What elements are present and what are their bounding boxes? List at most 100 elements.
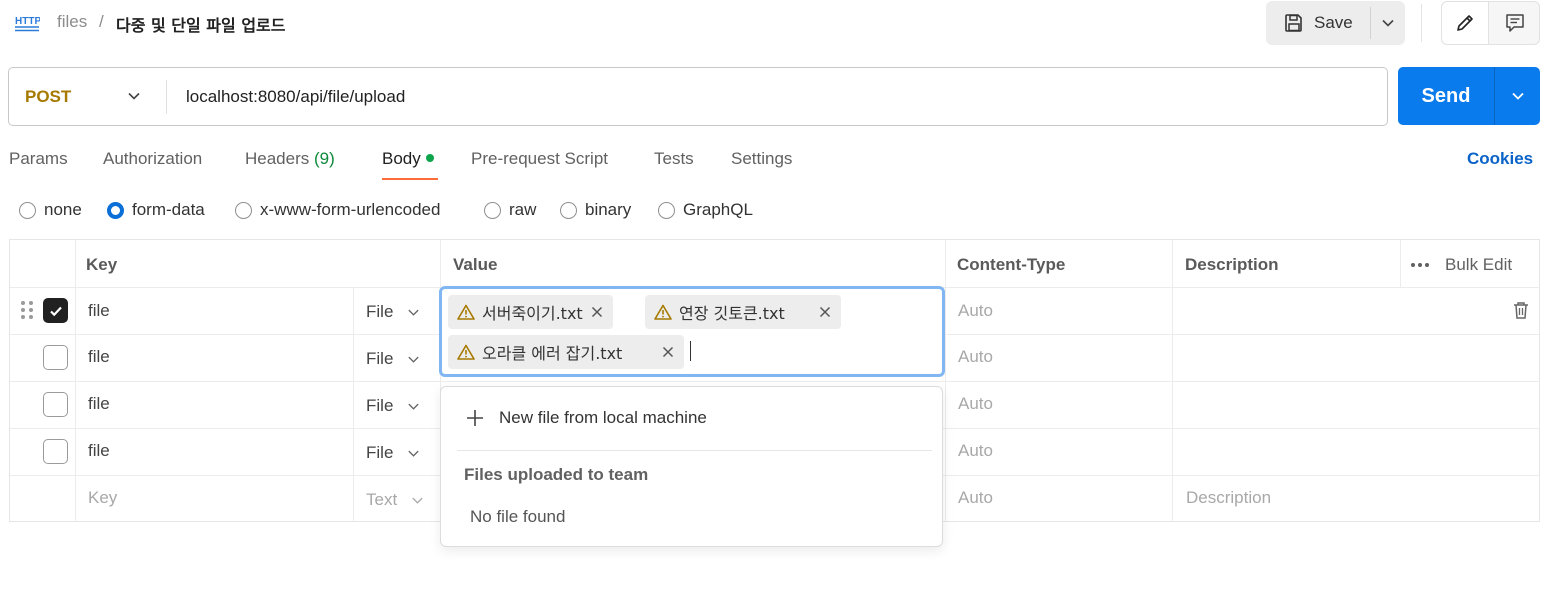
warning-icon [457, 304, 475, 320]
file-chip: 오라클 에러 잡기.txt [448, 335, 684, 369]
method-select[interactable]: POST [25, 87, 71, 107]
trash-icon[interactable] [1512, 300, 1530, 320]
row-type-select[interactable]: File [366, 302, 420, 322]
tab-headers-label: Headers [245, 149, 310, 168]
radio-graphql[interactable]: GraphQL [658, 200, 753, 220]
tab-body[interactable]: Body [382, 149, 434, 169]
column-divider [945, 240, 946, 521]
radio-x-www-form-urlencoded[interactable]: x-www-form-urlencoded [235, 200, 440, 220]
close-icon[interactable] [662, 346, 674, 358]
chevron-down-icon [408, 450, 420, 457]
save-label: Save [1314, 13, 1353, 32]
row-key[interactable]: file [88, 394, 110, 414]
row-key[interactable]: file [88, 441, 110, 461]
row-checkbox[interactable] [43, 392, 68, 417]
tab-authorization[interactable]: Authorization [103, 149, 202, 169]
tab-params[interactable]: Params [9, 149, 68, 169]
row-key[interactable]: file [88, 347, 110, 367]
http-icon: HTTP [15, 16, 40, 32]
file-chip: 서버죽이기.txt [448, 295, 613, 329]
chevron-down-icon [408, 356, 420, 363]
column-divider [353, 287, 354, 521]
check-icon [49, 306, 62, 316]
value-file-input[interactable]: 서버죽이기.txt 연장 깃토큰.txt 오라클 에러 잡기.txt [439, 286, 945, 377]
radio-label: x-www-form-urlencoded [260, 200, 441, 219]
radio-label: binary [585, 200, 632, 219]
row-checkbox[interactable] [43, 345, 68, 370]
row-type-select[interactable]: File [366, 349, 420, 369]
status-dot [425, 153, 434, 162]
request-title[interactable]: 다중 및 단일 파일 업로드 [116, 12, 285, 36]
chevron-down-icon [408, 309, 420, 316]
radio-raw[interactable]: raw [484, 200, 536, 220]
bulk-edit-link[interactable]: Bulk Edit [1445, 255, 1512, 275]
send-button[interactable]: Send [1398, 67, 1494, 125]
file-chip-name: 서버죽이기.txt [482, 304, 583, 323]
row-type-label: File [366, 349, 394, 368]
save-icon [1285, 14, 1302, 32]
edit-button[interactable] [1442, 2, 1489, 44]
close-icon[interactable] [819, 306, 831, 318]
column-divider [75, 240, 76, 521]
row-checkbox[interactable] [43, 439, 68, 464]
send-button-group: Send [1398, 67, 1540, 125]
warning-icon [654, 304, 672, 320]
url-input[interactable]: localhost:8080/api/file/upload [186, 87, 405, 107]
tab-headers[interactable]: Headers (9) [245, 149, 335, 169]
column-divider [1400, 240, 1401, 287]
row-type-select[interactable]: File [366, 443, 420, 463]
pencil-icon [1457, 15, 1473, 31]
close-icon[interactable] [591, 306, 603, 318]
comments-button[interactable] [1490, 2, 1539, 44]
row-content-type[interactable]: Auto [958, 347, 993, 367]
row-key[interactable]: file [88, 301, 110, 321]
text-cursor [690, 341, 691, 361]
row-type-select[interactable]: File [366, 396, 420, 416]
radio-circle [19, 201, 36, 219]
more-options-icon[interactable] [1411, 263, 1429, 267]
send-options-button[interactable] [1495, 67, 1540, 125]
radio-binary[interactable]: binary [560, 200, 631, 220]
file-chip-name: 연장 깃토큰.txt [679, 304, 785, 323]
new-row-content-type[interactable]: Auto [958, 488, 993, 508]
radio-form-data[interactable]: form-data [107, 200, 205, 220]
radio-circle-selected [107, 201, 124, 219]
bulk-edit-area: Bulk Edit [1411, 255, 1512, 275]
new-row-key-input[interactable]: Key [88, 488, 117, 508]
row-checkbox[interactable] [43, 298, 68, 323]
team-files-heading: Files uploaded to team [464, 465, 649, 484]
row-type-label: File [366, 396, 394, 415]
radio-label: form-data [132, 200, 205, 219]
row-content-type[interactable]: Auto [958, 441, 993, 461]
column-header-key: Key [86, 255, 118, 274]
save-button[interactable]: Save [1266, 1, 1369, 45]
radio-circle [658, 201, 675, 219]
new-file-from-local-button[interactable]: New file from local machine [465, 408, 707, 428]
save-options-button[interactable] [1371, 1, 1405, 45]
radio-none[interactable]: none [19, 200, 82, 220]
file-chip-name: 오라클 에러 잡기.txt [482, 344, 623, 363]
tab-body-label: Body [382, 149, 421, 168]
tab-pre-request-script[interactable]: Pre-request Script [471, 149, 608, 169]
save-button-group: Save [1266, 1, 1405, 45]
chevron-down-icon [408, 403, 420, 410]
divider [1421, 4, 1422, 42]
empty-state-text: No file found [470, 507, 566, 526]
radio-label: raw [509, 200, 537, 219]
tab-tests[interactable]: Tests [654, 149, 694, 169]
new-file-label: New file from local machine [499, 408, 707, 427]
cookies-link[interactable]: Cookies [1467, 149, 1533, 169]
chevron-down-icon[interactable] [126, 88, 142, 104]
breadcrumb-collection[interactable]: files [57, 12, 87, 32]
tab-settings[interactable]: Settings [731, 149, 792, 169]
warning-icon [457, 344, 475, 360]
breadcrumb-separator: / [99, 12, 104, 31]
new-row-type-select[interactable]: Text [366, 490, 424, 510]
svg-text:HTTP: HTTP [15, 16, 40, 27]
new-row-description-input[interactable]: Description [1186, 488, 1271, 508]
row-content-type[interactable]: Auto [958, 301, 993, 321]
column-header-value: Value [453, 255, 498, 274]
drag-handle-icon[interactable] [21, 301, 33, 319]
row-content-type[interactable]: Auto [958, 394, 993, 414]
divider [166, 80, 167, 114]
